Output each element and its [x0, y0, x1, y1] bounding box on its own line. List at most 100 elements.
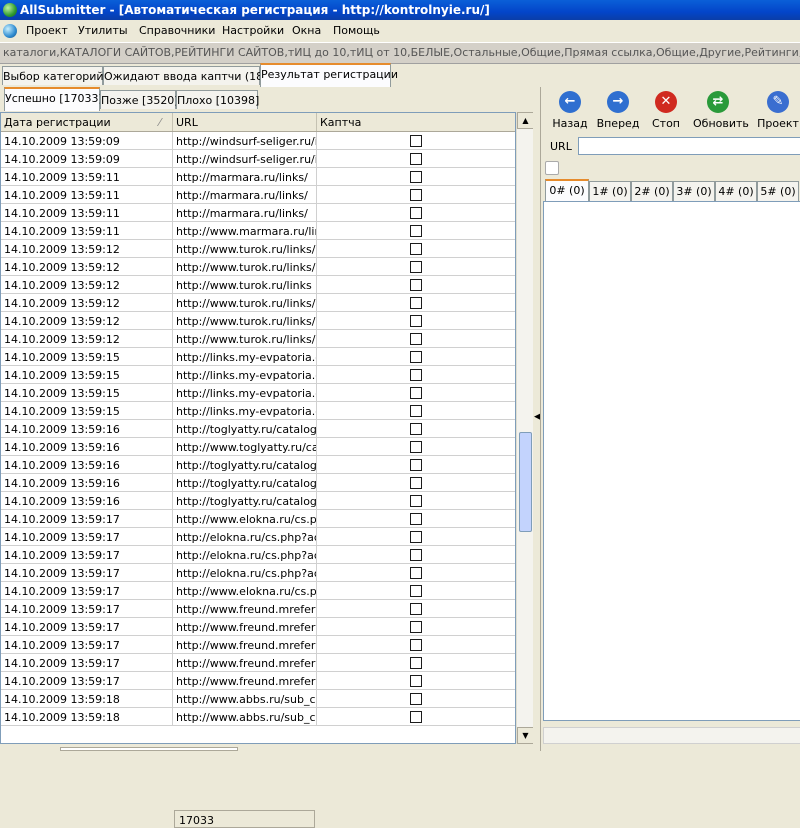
table-row[interactable]: 14.10.2009 13:59:16 http://toglyatty.ru/c… [1, 474, 515, 492]
captcha-checkbox[interactable] [410, 711, 422, 723]
forward-button[interactable]: → Вперед [593, 91, 643, 135]
captcha-checkbox[interactable] [410, 207, 422, 219]
tab-awaiting-captcha[interactable]: Ожидают ввода каптчи (18) [103, 66, 267, 85]
captcha-checkbox[interactable] [410, 621, 422, 633]
option-checkbox[interactable] [545, 161, 559, 175]
browser-tab-0[interactable]: 0# (0) [545, 179, 589, 201]
menu-references[interactable]: Справочники [139, 24, 215, 37]
scroll-up-icon[interactable]: ▲ [517, 112, 534, 129]
captcha-checkbox[interactable] [410, 693, 422, 705]
captcha-checkbox[interactable] [410, 459, 422, 471]
table-row[interactable]: 14.10.2009 13:59:12 http://www.turok.ru/l… [1, 330, 515, 348]
browser-tab-3[interactable]: 3# (0) [673, 181, 715, 201]
browser-tab-1[interactable]: 1# (0) [589, 181, 631, 201]
browser-tab-5[interactable]: 5# (0) [757, 181, 799, 201]
captcha-checkbox[interactable] [410, 225, 422, 237]
browser-view[interactable] [543, 201, 800, 721]
captcha-checkbox[interactable] [410, 153, 422, 165]
column-header-url[interactable]: URL [173, 113, 317, 131]
tab-bad[interactable]: Плохо [10398] [176, 90, 259, 109]
menu-project[interactable]: Проект [26, 24, 68, 37]
tab-select-categories[interactable]: Выбор категорий [2, 66, 104, 85]
scroll-thumb[interactable] [519, 432, 532, 532]
table-row[interactable]: 14.10.2009 13:59:17 http://elokna.ru/cs.p… [1, 528, 515, 546]
tab-registration-result[interactable]: Результат регистрации [260, 63, 398, 87]
table-row[interactable]: 14.10.2009 13:59:11 http://marmara.ru/lin… [1, 186, 515, 204]
browser-tab-2[interactable]: 2# (0) [631, 181, 673, 201]
captcha-checkbox[interactable] [410, 189, 422, 201]
table-row[interactable]: 14.10.2009 13:59:12 http://www.turok.ru/l… [1, 276, 515, 294]
menu-settings[interactable]: Настройки [222, 24, 284, 37]
table-row[interactable]: 14.10.2009 13:59:15 http://links.my-evpat… [1, 402, 515, 420]
project-button[interactable]: ✎ Проект [753, 91, 800, 135]
column-header-date[interactable]: Дата регистрации ⁄ [1, 113, 173, 131]
tab-success[interactable]: Успешно [17033] [4, 87, 103, 111]
captcha-checkbox[interactable] [410, 585, 422, 597]
table-row[interactable]: 14.10.2009 13:59:15 http://links.my-evpat… [1, 366, 515, 384]
stop-button[interactable]: ✕ Стоп [641, 91, 691, 135]
captcha-checkbox[interactable] [410, 675, 422, 687]
vertical-scrollbar[interactable]: ▲ ▼ [516, 112, 534, 744]
table-row[interactable]: 14.10.2009 13:59:17 http://www.freund.mre… [1, 636, 515, 654]
categories-field[interactable]: каталоги,КАТАЛОГИ САЙТОВ,РЕЙТИНГИ САЙТОВ… [0, 42, 800, 64]
table-row[interactable]: 14.10.2009 13:59:15 http://links.my-evpat… [1, 348, 515, 366]
captcha-checkbox[interactable] [410, 423, 422, 435]
table-row[interactable]: 14.10.2009 13:59:17 http://www.freund.mre… [1, 654, 515, 672]
captcha-checkbox[interactable] [410, 495, 422, 507]
table-row[interactable]: 14.10.2009 13:59:16 http://toglyatty.ru/c… [1, 420, 515, 438]
table-row[interactable]: 14.10.2009 13:59:18 http://www.abbs.ru/su… [1, 690, 515, 708]
captcha-checkbox[interactable] [410, 387, 422, 399]
captcha-checkbox[interactable] [410, 477, 422, 489]
table-row[interactable]: 14.10.2009 13:59:17 http://www.freund.mre… [1, 618, 515, 636]
table-row[interactable]: 14.10.2009 13:59:17 http://www.freund.mre… [1, 600, 515, 618]
table-row[interactable]: 14.10.2009 13:59:12 http://www.turok.ru/l… [1, 240, 515, 258]
table-row[interactable]: 14.10.2009 13:59:17 http://elokna.ru/cs.p… [1, 546, 515, 564]
scroll-down-icon[interactable]: ▼ [517, 727, 534, 744]
column-header-captcha[interactable]: Каптча [317, 113, 515, 131]
captcha-checkbox[interactable] [410, 405, 422, 417]
horizontal-scrollbar[interactable] [543, 727, 800, 744]
refresh-button[interactable]: ⇄ Обновить [693, 91, 749, 135]
captcha-checkbox[interactable] [410, 549, 422, 561]
table-row[interactable]: 14.10.2009 13:59:11 http://marmara.ru/lin… [1, 168, 515, 186]
system-menu-icon[interactable] [3, 24, 17, 38]
menu-windows[interactable]: Окна [292, 24, 321, 37]
captcha-checkbox[interactable] [410, 135, 422, 147]
table-row[interactable]: 14.10.2009 13:59:15 http://links.my-evpat… [1, 384, 515, 402]
table-row[interactable]: 14.10.2009 13:59:11 http://www.marmara.ru… [1, 222, 515, 240]
browser-tab-4[interactable]: 4# (0) [715, 181, 757, 201]
url-input[interactable] [578, 137, 800, 155]
captcha-checkbox[interactable] [410, 531, 422, 543]
captcha-checkbox[interactable] [410, 639, 422, 651]
back-button[interactable]: ← Назад [545, 91, 595, 135]
captcha-checkbox[interactable] [410, 333, 422, 345]
table-row[interactable]: 14.10.2009 13:59:17 http://www.elokna.ru/… [1, 582, 515, 600]
table-row[interactable]: 14.10.2009 13:59:12 http://www.turok.ru/l… [1, 294, 515, 312]
table-row[interactable]: 14.10.2009 13:59:18 http://www.abbs.ru/su… [1, 708, 515, 726]
table-row[interactable]: 14.10.2009 13:59:16 http://www.toglyatty.… [1, 438, 515, 456]
table-row[interactable]: 14.10.2009 13:59:09 http://windsurf-selig… [1, 132, 515, 150]
captcha-checkbox[interactable] [410, 243, 422, 255]
captcha-checkbox[interactable] [410, 297, 422, 309]
menu-help[interactable]: Помощь [333, 24, 380, 37]
table-row[interactable]: 14.10.2009 13:59:16 http://toglyatty.ru/c… [1, 456, 515, 474]
menu-utilities[interactable]: Утилиты [78, 24, 128, 37]
captcha-checkbox[interactable] [410, 171, 422, 183]
table-row[interactable]: 14.10.2009 13:59:12 http://www.turok.ru/l… [1, 258, 515, 276]
captcha-checkbox[interactable] [410, 315, 422, 327]
table-row[interactable]: 14.10.2009 13:59:09 http://windsurf-selig… [1, 150, 515, 168]
table-row[interactable]: 14.10.2009 13:59:17 http://www.freund.mre… [1, 672, 515, 690]
captcha-checkbox[interactable] [410, 351, 422, 363]
captcha-checkbox[interactable] [410, 657, 422, 669]
table-row[interactable]: 14.10.2009 13:59:11 http://marmara.ru/lin… [1, 204, 515, 222]
captcha-checkbox[interactable] [410, 369, 422, 381]
captcha-checkbox[interactable] [410, 603, 422, 615]
tab-later[interactable]: Позже [3520] [100, 90, 179, 109]
table-row[interactable]: 14.10.2009 13:59:17 http://elokna.ru/cs.p… [1, 564, 515, 582]
results-grid[interactable]: Дата регистрации ⁄ URL Каптча 14.10.2009… [0, 112, 516, 744]
captcha-checkbox[interactable] [410, 279, 422, 291]
table-row[interactable]: 14.10.2009 13:59:12 http://www.turok.ru/l… [1, 312, 515, 330]
captcha-checkbox[interactable] [410, 513, 422, 525]
table-row[interactable]: 14.10.2009 13:59:17 http://www.elokna.ru/… [1, 510, 515, 528]
captcha-checkbox[interactable] [410, 441, 422, 453]
